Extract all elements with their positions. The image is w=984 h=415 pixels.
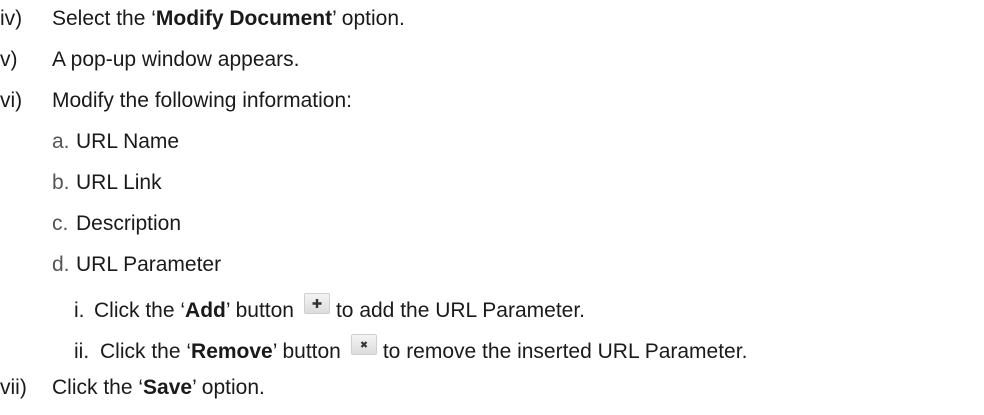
step-text: A pop-up window appears. xyxy=(52,48,300,71)
sub-step-text-mid: ’ button xyxy=(225,299,294,322)
list-item: a. URL Name xyxy=(52,129,179,155)
item-letter: b. xyxy=(52,171,70,194)
list-item: d. URL Parameter xyxy=(52,252,221,278)
sub-step-text-mid: ’ button xyxy=(272,340,341,363)
step-text-post: ’ option. xyxy=(192,376,265,399)
step-number: v) xyxy=(0,48,18,71)
sub-step-text-post: to remove the inserted URL Parameter. xyxy=(382,340,748,363)
item-text: URL Parameter xyxy=(76,253,222,276)
item-letter: d. xyxy=(52,253,70,276)
step-iv: iv) Select the ‘Modify Document’ option. xyxy=(0,6,405,32)
sub-step-text-bold: Remove xyxy=(191,340,273,363)
sub-step-number: ii. xyxy=(74,340,90,363)
sub-step-text-pre: Click the ‘ xyxy=(100,340,192,363)
step-number: vii) xyxy=(0,376,27,399)
list-item: c. Description xyxy=(52,211,181,237)
item-text: Description xyxy=(76,212,182,235)
x-icon xyxy=(350,334,377,355)
plus-icon xyxy=(303,293,330,314)
step-v: v) A pop-up window appears. xyxy=(0,47,300,73)
step-text-pre: Click the ‘ xyxy=(52,376,144,399)
item-letter: c. xyxy=(52,212,69,235)
step-text-bold: Save xyxy=(143,376,193,399)
sub-step-text-pre: Click the ‘ xyxy=(94,299,186,322)
step-text-pre: Select the ‘ xyxy=(52,7,156,30)
step-vii: vii) Click the ‘Save’ option. xyxy=(0,375,265,401)
item-text: URL Name xyxy=(76,130,180,153)
sub-step-text-post: to add the URL Parameter. xyxy=(335,299,585,322)
sub-step-text-bold: Add xyxy=(185,299,226,322)
sub-step-number: i. xyxy=(74,299,85,322)
step-vi: vi) Modify the following information: xyxy=(0,88,352,114)
list-item: b. URL Link xyxy=(52,170,162,196)
item-text: URL Link xyxy=(76,171,162,194)
sub-step-add: i. Click the ‘Add’ button to add the URL P… xyxy=(74,293,585,322)
step-text-bold: Modify Document xyxy=(155,7,333,30)
step-number: vi) xyxy=(0,89,23,112)
step-number: iv) xyxy=(0,7,23,30)
step-text: Modify the following information: xyxy=(52,89,352,112)
item-letter: a. xyxy=(52,130,70,153)
sub-step-remove: ii. Click the ‘Remove’ button to remove th… xyxy=(74,334,748,363)
step-text-post: ’ option. xyxy=(332,7,405,30)
